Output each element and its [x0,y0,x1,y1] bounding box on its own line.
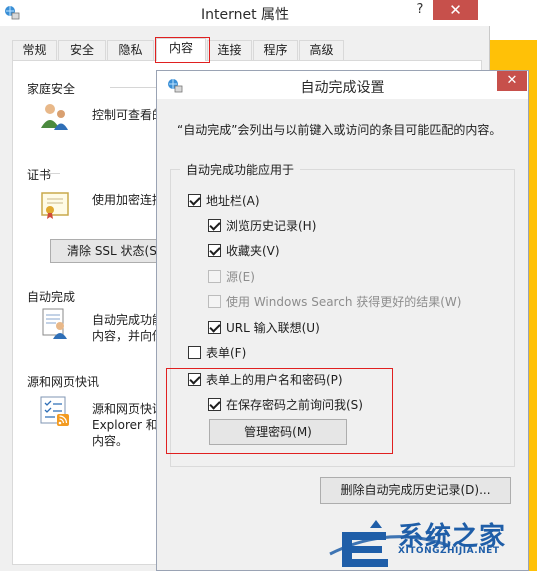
feed-icon [40,396,69,426]
windows-search-option[interactable]: 使用 Windows Search 获得更好的结果(W) [208,293,461,309]
dialog-description: “自动完成”会列出与以前键入或访问的条目可能匹配的内容。 [177,123,502,137]
help-button[interactable]: ? [410,2,430,18]
delete-autocomplete-history-button[interactable]: 删除自动完成历史记录(D)... [320,477,511,504]
certificate-icon [41,192,69,219]
family-users-icon [41,104,68,130]
url-suggestions-option[interactable]: URL 输入联想(U) [208,319,320,335]
browsing-history-checkbox[interactable] [208,218,221,232]
tab-general[interactable]: 常规 [12,40,57,60]
section-divider [48,173,60,174]
forms-label: 表单(F) [206,345,247,360]
dialog-titlebar: 自动完成设置 ✕ [157,71,528,99]
address-bar-label: 地址栏(A) [206,193,260,208]
background-strip-top [490,0,537,40]
family-safety-heading: 家庭安全 [27,82,76,96]
highlight-box-content-tab [155,37,210,63]
feeds-checkbox[interactable] [208,269,221,283]
autocomplete-text-line2: 内容，并向你 [92,329,165,343]
tab-programs[interactable]: 程序 [253,40,298,60]
address-bar-option[interactable]: 地址栏(A) [188,192,260,208]
forms-checkbox[interactable] [188,345,201,359]
feeds-text-line1: 源和网页快讯 [92,402,165,416]
autocomplete-text-line1: 自动完成功能 [92,313,165,327]
tab-security[interactable]: 安全 [58,40,106,60]
form-user-icon [42,308,67,339]
dialog-close-button[interactable]: ✕ [497,71,527,91]
feeds-text-line3: 内容。 [92,434,129,448]
tab-connections[interactable]: 连接 [207,40,252,60]
internet-properties-titlebar: Internet 属性 ? ✕ [0,0,490,26]
url-suggestions-checkbox[interactable] [208,320,221,334]
favorites-checkbox[interactable] [208,243,221,257]
autocomplete-heading: 自动完成 [27,290,76,304]
highlight-box-passwords [166,368,393,454]
clear-ssl-state-button[interactable]: 清除 SSL 状态(S) [50,239,160,263]
browsing-history-option[interactable]: 浏览历史记录(H) [208,217,316,233]
browsing-history-label: 浏览历史记录(H) [226,218,317,233]
address-bar-checkbox[interactable] [188,193,201,207]
certificates-heading: 证书 [27,168,52,182]
close-button[interactable]: ✕ [433,0,478,20]
forms-option[interactable]: 表单(F) [188,344,246,360]
feeds-option[interactable]: 源(E) [208,268,255,284]
watermark-url: XITONGZHIJIA.NET [398,546,500,556]
certificates-text: 使用加密连接 [92,193,165,207]
group-title: 自动完成功能应用于 [180,161,301,178]
dialog-title: 自动完成设置 [300,80,385,96]
autocomplete-settings-dialog: 自动完成设置 ✕ “自动完成”会列出与以前键入或访问的条目可能匹配的内容。 自动… [156,70,529,571]
tab-advanced[interactable]: 高级 [299,40,344,60]
favorites-option[interactable]: 收藏夹(V) [208,242,280,258]
feeds-heading: 源和网页快讯 [27,375,100,389]
family-safety-text: 控制可查看的 [92,108,165,122]
windows-search-checkbox[interactable] [208,294,221,308]
favorites-label: 收藏夹(V) [226,243,280,258]
url-suggestions-label: URL 输入联想(U) [226,320,320,335]
feeds-label: 源(E) [226,269,255,284]
tab-privacy[interactable]: 隐私 [107,40,154,60]
windows-search-label: 使用 Windows Search 获得更好的结果(W) [226,294,462,309]
section-divider [110,87,158,88]
feeds-text-line2: Explorer 和 [92,418,158,432]
